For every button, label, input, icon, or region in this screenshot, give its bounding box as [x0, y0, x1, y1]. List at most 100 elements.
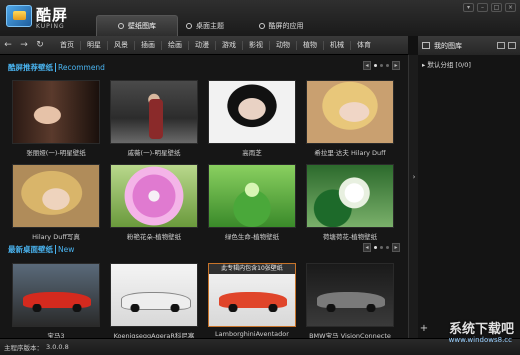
wallpaper-card[interactable]: 此专辑内包含10张壁纸 LamborghiniAventador: [208, 263, 296, 340]
minimize-icon[interactable]: –: [477, 3, 488, 12]
wallpaper-card[interactable]: 戚薇(一)-明星壁纸: [110, 80, 198, 157]
wallpaper-thumbnail[interactable]: [110, 80, 198, 144]
wallpaper-thumbnail[interactable]: [12, 80, 100, 144]
category-illustration[interactable]: 插画: [134, 40, 161, 50]
category-sports[interactable]: 体育: [350, 40, 377, 50]
wallpaper-caption: Hilary Duff写真: [32, 233, 80, 241]
section-title: 酷屏推荐壁纸: [8, 62, 53, 72]
add-icon[interactable]: +: [418, 323, 430, 335]
wallpaper-card[interactable]: KoenigseggAgeraR科尼塞: [110, 263, 198, 340]
maximize-icon[interactable]: □: [491, 3, 502, 12]
apps-icon: [258, 22, 265, 29]
my-gallery-title: 我的图库: [434, 41, 462, 50]
wallpaper-caption: 希拉里·达夫 Hilary Duff: [314, 149, 386, 157]
wallpaper-card[interactable]: 荷塘荷花-植物壁纸: [306, 164, 394, 241]
gallery-actions: [497, 42, 520, 49]
wallpaper-caption: 戚薇(一)-明星壁纸: [127, 149, 181, 157]
category-anime[interactable]: 动漫: [188, 40, 215, 50]
category-machines[interactable]: 机械: [323, 40, 350, 50]
tab-kuping-apps[interactable]: 酷屏的应用: [240, 15, 322, 36]
album-count-banner: 此专辑内包含10张壁纸: [209, 264, 295, 274]
next-page-icon[interactable]: ▸: [392, 243, 400, 252]
tab-label: 酷屏的应用: [268, 21, 304, 30]
window-controls: ▾ – □ ×: [463, 3, 516, 12]
wallpaper-thumbnail[interactable]: [12, 164, 100, 228]
wallpaper-thumbnail[interactable]: [306, 164, 394, 228]
gallery-icon: [118, 23, 124, 29]
wallpaper-thumbnail[interactable]: [110, 164, 198, 228]
category-games[interactable]: 游戏: [215, 40, 242, 50]
wallpaper-thumbnail[interactable]: [208, 164, 296, 228]
wallpaper-card[interactable]: 高雨芝: [208, 80, 296, 157]
wallpaper-thumbnail[interactable]: [12, 263, 100, 327]
recommend-grid: 张丽娅(一)-明星壁纸 戚薇(一)-明星壁纸 高雨芝 希拉里·达夫 Hilary…: [12, 80, 394, 241]
forward-arrow-icon[interactable]: →: [16, 36, 32, 55]
category-nav: ← → ↻ 首页 明星 风景 插画 绘画 动漫 游戏 影视 动物 植物 机械 体…: [0, 36, 408, 55]
wallpaper-caption: 张丽娅(一)-明星壁纸: [26, 149, 86, 157]
category-scenery[interactable]: 风景: [107, 40, 134, 50]
latest-pager: ◂ ▸: [363, 243, 400, 252]
category-plants[interactable]: 植物: [296, 40, 323, 50]
my-gallery-panel: 我的图库 ▸ 默认分组 [0/0]: [418, 36, 520, 338]
page-dot[interactable]: [380, 64, 383, 67]
section-title-en: New: [55, 244, 74, 254]
category-stars[interactable]: 明星: [80, 40, 107, 50]
app-name: 酷屏: [36, 6, 69, 24]
wallpaper-thumbnail-selected[interactable]: 此专辑内包含10张壁纸: [208, 263, 296, 327]
back-arrow-icon[interactable]: ←: [0, 36, 16, 55]
status-bar: 主程序版本： 3.0.0.8: [0, 338, 520, 355]
page-dot[interactable]: [374, 246, 377, 249]
wallpaper-card[interactable]: 希拉里·达夫 Hilary Duff: [306, 80, 394, 157]
wallpaper-card[interactable]: BMW宝马 VisionConnecte: [306, 263, 394, 340]
wallpaper-caption: 粉艳花朵-植物壁纸: [126, 233, 182, 241]
wallpaper-caption: LamborghiniAventador: [215, 330, 289, 338]
gallery-icon: [422, 42, 430, 49]
group-label: 默认分组 [0/0]: [427, 61, 471, 69]
slideshow-icon[interactable]: [508, 42, 516, 49]
grid-view-icon[interactable]: [497, 42, 505, 49]
category-animals[interactable]: 动物: [269, 40, 296, 50]
tab-label: 桌面主题: [196, 21, 224, 30]
page-dot[interactable]: [380, 246, 383, 249]
category-painting[interactable]: 绘画: [161, 40, 188, 50]
tab-desktop-theme[interactable]: 桌面主题: [164, 15, 246, 36]
latest-section-header: 最新桌面壁纸 New ◂ ▸: [8, 243, 400, 255]
skin-icon[interactable]: ▾: [463, 3, 474, 12]
wallpaper-thumbnail[interactable]: [306, 263, 394, 327]
watermark-url: www.windows8.cc: [448, 336, 512, 344]
wallpaper-card[interactable]: 宝马3: [12, 263, 100, 340]
wallpaper-card[interactable]: Hilary Duff写真: [12, 164, 100, 241]
app-subtitle: KUPING: [36, 23, 65, 30]
app-logo-icon: [6, 5, 32, 27]
wallpaper-card[interactable]: 张丽娅(一)-明星壁纸: [12, 80, 100, 157]
latest-grid: 宝马3 KoenigseggAgeraR科尼塞 此专辑内包含10张壁纸 Lamb…: [12, 263, 394, 340]
close-icon[interactable]: ×: [505, 3, 516, 12]
next-page-icon[interactable]: ▸: [392, 61, 400, 70]
wallpaper-thumbnail[interactable]: [208, 80, 296, 144]
theme-icon: [186, 22, 192, 29]
wallpaper-caption: 高雨芝: [242, 149, 262, 157]
default-group[interactable]: ▸ 默认分组 [0/0]: [422, 59, 520, 69]
wallpaper-caption: 荷塘荷花-植物壁纸: [322, 233, 378, 241]
wallpaper-content: 酷屏推荐壁纸 Recommend ◂ ▸ 张丽娅(一)-明星壁纸 戚薇(一)-明…: [0, 55, 408, 340]
category-movies[interactable]: 影视: [242, 40, 269, 50]
category-list: 首页 明星 风景 插画 绘画 动漫 游戏 影视 动物 植物 机械 体育: [54, 40, 377, 50]
prev-page-icon[interactable]: ◂: [363, 243, 371, 252]
wallpaper-card[interactable]: 绿色生命-植物壁纸: [208, 164, 296, 241]
version-label: 主程序版本：: [4, 344, 43, 352]
wallpaper-card[interactable]: 粉艳花朵-植物壁纸: [110, 164, 198, 241]
recommend-pager: ◂ ▸: [363, 61, 400, 70]
page-dot[interactable]: [374, 64, 377, 67]
category-home[interactable]: 首页: [54, 41, 80, 50]
prev-page-icon[interactable]: ◂: [363, 61, 371, 70]
refresh-icon[interactable]: ↻: [32, 36, 48, 55]
recommend-section-header: 酷屏推荐壁纸 Recommend ◂ ▸: [8, 61, 400, 73]
page-dot[interactable]: [386, 246, 389, 249]
page-dot[interactable]: [386, 64, 389, 67]
title-bar: 酷屏 KUPING 壁纸图库 桌面主题 酷屏的应用 ▾ – □ ×: [0, 0, 520, 36]
panel-collapse-handle[interactable]: ›: [408, 55, 418, 338]
tab-label: 壁纸图库: [128, 22, 156, 30]
chevron-right-icon: ›: [412, 173, 416, 181]
wallpaper-thumbnail[interactable]: [306, 80, 394, 144]
wallpaper-thumbnail[interactable]: [110, 263, 198, 327]
